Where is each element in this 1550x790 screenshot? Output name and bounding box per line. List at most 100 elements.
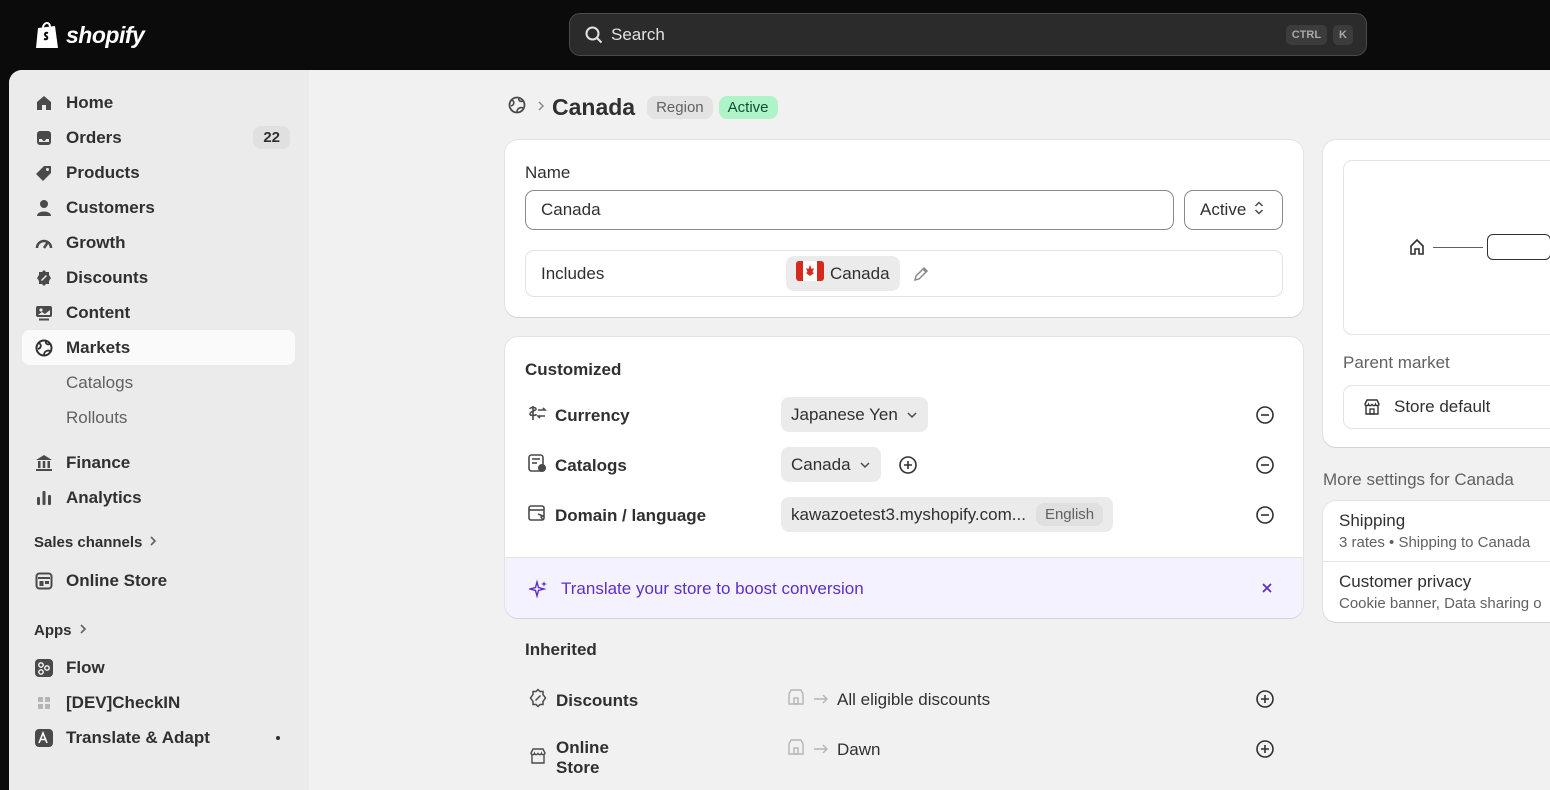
currency-select[interactable]: Japanese Yen xyxy=(781,397,928,432)
remove-catalogs-icon[interactable] xyxy=(1254,454,1276,476)
sidebar-item-discounts[interactable]: Discounts xyxy=(22,260,295,295)
language-tag: English xyxy=(1035,503,1104,526)
sales-channels-label: Sales channels xyxy=(34,534,143,551)
breadcrumb: Canada Region Active xyxy=(507,94,784,121)
storefront-icon xyxy=(33,570,55,592)
market-node-box xyxy=(1487,234,1550,260)
remove-currency-icon[interactable] xyxy=(1254,404,1276,426)
sidebar-item-products[interactable]: Products xyxy=(22,155,295,190)
admin-frame: Home Orders 22 Products Customers Growth… xyxy=(9,70,1550,790)
app-grid-icon xyxy=(33,692,55,714)
parent-market-value: Store default xyxy=(1394,397,1491,416)
sidebar-app-flow[interactable]: Flow xyxy=(22,650,295,685)
currency-value: Japanese Yen xyxy=(791,404,898,424)
includes-country-chip[interactable]: Canada xyxy=(786,256,900,291)
name-card: Name Canada Active Includes Canada xyxy=(505,140,1303,317)
apps-heading[interactable]: Apps xyxy=(34,622,88,639)
edit-pencil-icon[interactable] xyxy=(910,263,932,285)
more-settings-card: Shipping 3 rates • Shipping to Canada Cu… xyxy=(1323,501,1550,622)
close-icon[interactable] xyxy=(1256,577,1278,599)
sidebar-item-customers[interactable]: Customers xyxy=(22,190,295,225)
store-icon xyxy=(1362,397,1382,417)
apps-label: Apps xyxy=(34,622,72,639)
sidebar-item-label: Orders xyxy=(66,127,122,147)
search-input[interactable]: Search xyxy=(611,25,1286,45)
sidebar-item-label: Discounts xyxy=(66,267,149,287)
arrow-right-icon xyxy=(813,740,829,760)
domain-label: Domain / language xyxy=(555,505,707,525)
sidebar-item-orders[interactable]: Orders 22 xyxy=(22,120,295,155)
settings-item-title: Customer privacy xyxy=(1339,572,1472,591)
status-select[interactable]: Active xyxy=(1184,190,1283,230)
sales-channels-heading[interactable]: Sales channels xyxy=(34,534,158,551)
name-input[interactable]: Canada xyxy=(525,190,1174,230)
includes-label: Includes xyxy=(541,264,605,283)
catalogs-select[interactable]: Canada xyxy=(781,447,881,482)
sidebar-item-label: Customers xyxy=(66,197,155,217)
sidebar-item-online-store[interactable]: Online Store xyxy=(22,563,295,598)
sidebar-item-markets[interactable]: Markets xyxy=(22,330,295,365)
name-label: Name xyxy=(525,163,571,182)
add-online-store-icon[interactable] xyxy=(1254,738,1276,760)
shopify-bag-icon xyxy=(36,22,58,48)
canada-flag-icon xyxy=(796,261,824,286)
catalogs-row-label: Catalogs xyxy=(527,453,627,478)
parent-market-select[interactable]: Store default xyxy=(1343,385,1550,429)
inherited-heading: Inherited xyxy=(525,640,597,659)
breadcrumb-chevron-icon xyxy=(536,99,546,117)
sidebar-item-label: Online Store xyxy=(66,570,168,590)
sidebar-item-content[interactable]: Content xyxy=(22,295,295,330)
inherited-online-store-label: Online Store xyxy=(528,738,609,778)
sidebar-item-analytics[interactable]: Analytics xyxy=(22,480,295,515)
domain-select[interactable]: kawazoetest3.myshopify.com... English xyxy=(781,497,1114,532)
sidebar-item-label: Finance xyxy=(66,452,131,472)
sidebar-item-label: Analytics xyxy=(66,487,142,507)
add-discounts-icon[interactable] xyxy=(1254,688,1276,710)
more-settings-heading: More settings for Canada xyxy=(1323,470,1514,489)
orders-count-badge: 22 xyxy=(253,126,290,149)
remove-domain-icon[interactable] xyxy=(1254,504,1276,526)
translate-banner: Translate your store to boost conversion xyxy=(505,557,1303,618)
sidebar-app-devcheckin[interactable]: [DEV]CheckIN xyxy=(22,685,295,720)
discounts-value: All eligible discounts xyxy=(837,689,991,709)
chevron-down-icon xyxy=(906,405,918,425)
unread-dot xyxy=(276,735,280,740)
chevron-right-icon xyxy=(148,534,158,551)
sidebar-item-growth[interactable]: Growth xyxy=(22,225,295,260)
sidebar-item-label: Home xyxy=(66,92,114,112)
bar-chart-icon xyxy=(33,487,55,509)
add-catalog-icon[interactable] xyxy=(897,454,919,476)
translate-banner-link[interactable]: Translate your store to boost conversion xyxy=(561,579,864,599)
search-bar[interactable]: Search CTRL K xyxy=(569,13,1367,56)
store-icon xyxy=(787,738,805,761)
home-icon xyxy=(33,92,55,114)
gauge-icon xyxy=(33,232,55,254)
logo-text: shopify xyxy=(66,21,145,48)
arrow-right-icon xyxy=(813,690,829,710)
parent-market-label: Parent market xyxy=(1343,353,1450,372)
chevron-right-icon xyxy=(78,622,88,639)
shopify-logo[interactable]: shopify xyxy=(34,20,145,50)
sidebar-subitem-rollouts[interactable]: Rollouts xyxy=(66,408,127,428)
settings-item-shipping[interactable]: Shipping 3 rates • Shipping to Canada xyxy=(1323,501,1550,562)
settings-item-customer-privacy[interactable]: Customer privacy Cookie banner, Data sha… xyxy=(1323,562,1550,622)
markets-globe-icon[interactable] xyxy=(507,95,527,120)
sidebar-subitem-catalogs[interactable]: Catalogs xyxy=(66,373,133,393)
store-icon xyxy=(787,688,805,711)
top-bar: shopify Search CTRL K xyxy=(0,0,1550,70)
customized-heading: Customized xyxy=(525,360,622,379)
currency-exchange-icon xyxy=(527,403,547,428)
chevron-down-icon xyxy=(859,455,871,475)
sidebar-item-label: [DEV]CheckIN xyxy=(66,692,181,712)
domain-icon xyxy=(527,503,547,528)
sidebar-item-label: Growth xyxy=(66,232,126,252)
sidebar-item-finance[interactable]: Finance xyxy=(22,445,295,480)
sidebar-item-home[interactable]: Home xyxy=(22,85,295,120)
discounts-label: Discounts xyxy=(556,690,639,710)
bank-icon xyxy=(33,452,55,474)
shortcut-key-k: K xyxy=(1333,24,1353,45)
page-title: Canada xyxy=(552,94,636,120)
sidebar-item-label: Flow xyxy=(66,657,105,677)
inherited-online-store-value-row: Dawn xyxy=(787,738,880,761)
sidebar-app-translate-adapt[interactable]: Translate & Adapt xyxy=(22,720,295,755)
